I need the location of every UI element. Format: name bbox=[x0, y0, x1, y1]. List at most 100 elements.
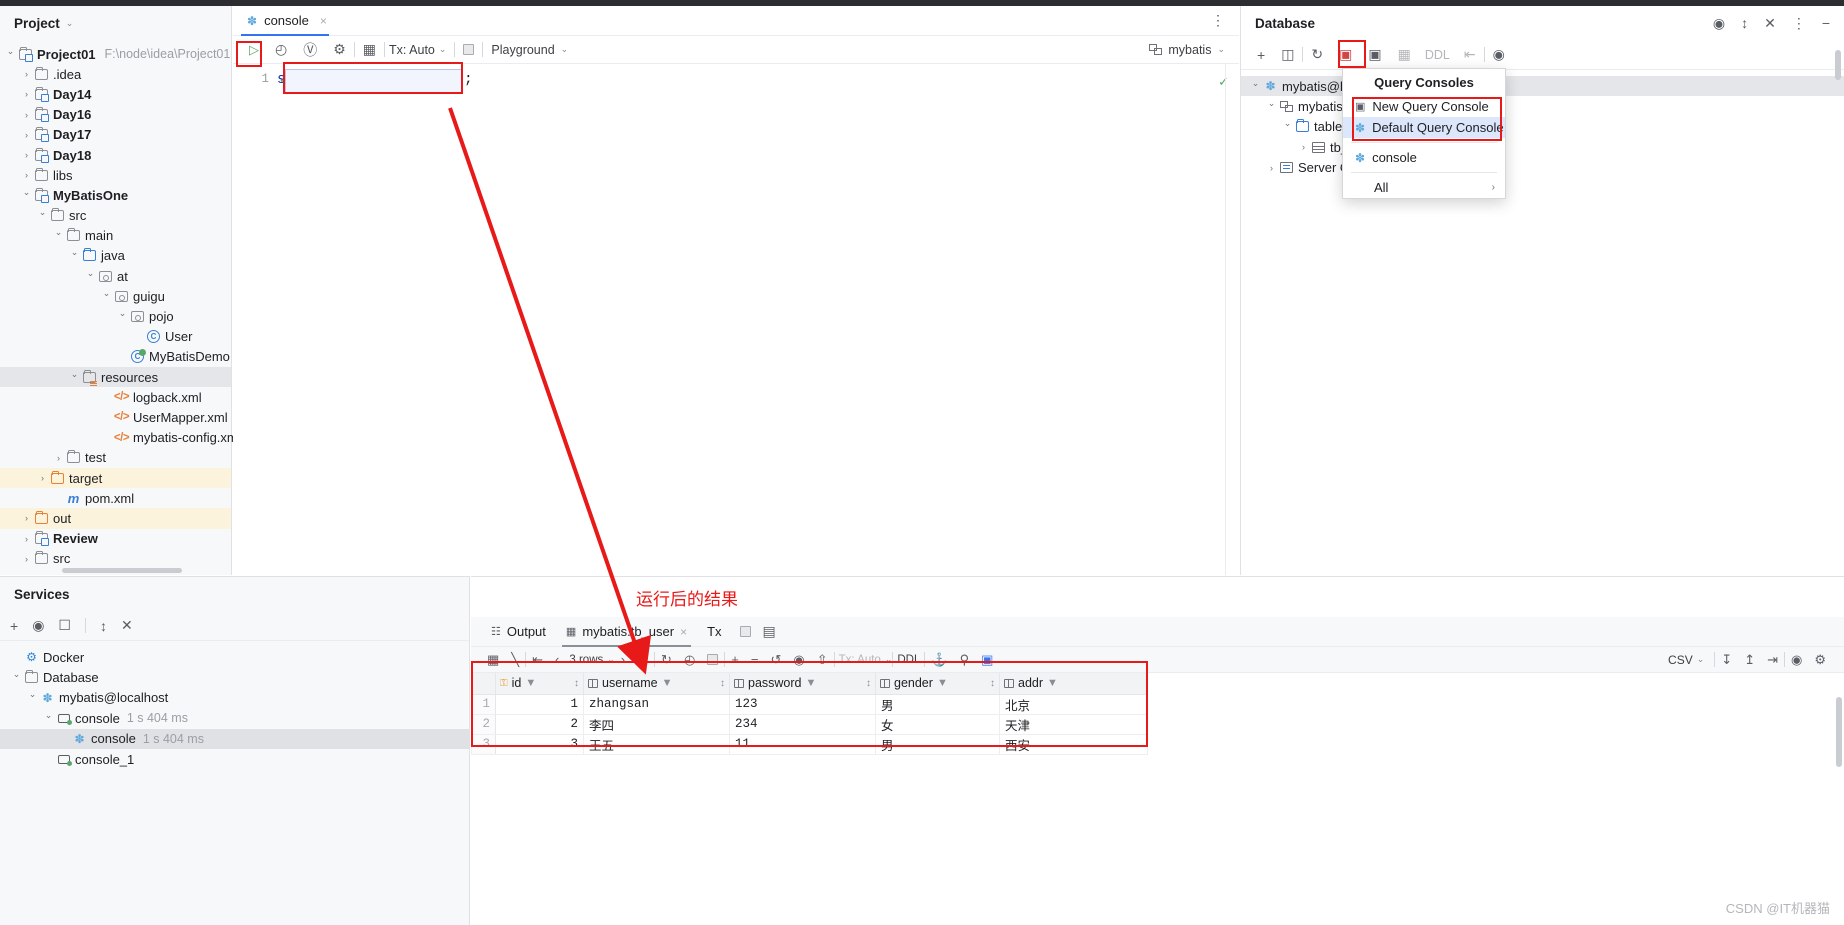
export-to-file-icon[interactable]: ⇥ bbox=[1761, 652, 1784, 668]
project-tree-item[interactable]: test bbox=[0, 448, 231, 468]
project-tree-item[interactable]: main bbox=[0, 226, 231, 246]
last-page-icon[interactable]: ⇥ bbox=[631, 652, 654, 668]
chevron-down-icon[interactable] bbox=[1249, 81, 1262, 92]
open-query-console-icon[interactable]: ▣ bbox=[1360, 46, 1389, 63]
stop-icon[interactable] bbox=[739, 626, 751, 637]
grid-cell[interactable]: 西安 bbox=[999, 733, 1148, 755]
popup-menu-item[interactable]: ✽ console bbox=[1343, 147, 1505, 168]
grid-cell[interactable]: 123 bbox=[729, 693, 876, 715]
database-tree-item[interactable]: tb_user bbox=[1241, 137, 1844, 157]
project-tree-item[interactable]: Review bbox=[0, 529, 231, 549]
popup-menu-item[interactable]: All › bbox=[1343, 177, 1505, 198]
view-options-icon[interactable]: ◉ bbox=[1485, 46, 1513, 63]
grid-cell[interactable]: 2 bbox=[495, 713, 584, 735]
code-line-1[interactable]: select * from tb_user; bbox=[277, 64, 473, 575]
chevron-right-icon[interactable] bbox=[1297, 142, 1310, 152]
project-tree-item[interactable]: .idea bbox=[0, 64, 231, 84]
add-row-icon[interactable]: + bbox=[725, 652, 745, 667]
expand-collapse-icon[interactable]: ↕ bbox=[100, 618, 107, 634]
chevron-down-icon[interactable] bbox=[36, 210, 49, 221]
history-icon[interactable]: ◴ bbox=[678, 652, 701, 668]
database-tree-item[interactable]: mybatis bbox=[1241, 96, 1844, 116]
chevron-down-icon[interactable] bbox=[116, 311, 129, 322]
refresh-icon[interactable]: ↻ bbox=[1303, 46, 1331, 63]
chevron-right-icon[interactable] bbox=[36, 473, 49, 483]
grid-cell[interactable]: 11 bbox=[729, 733, 876, 755]
chevron-down-icon[interactable]: ⌄ bbox=[885, 654, 893, 665]
prev-page-icon[interactable]: ‹ bbox=[549, 652, 565, 667]
chevron-down-icon[interactable]: ⌄ bbox=[555, 44, 569, 55]
grid-cell[interactable]: zhangsan bbox=[583, 693, 730, 715]
chevron-right-icon[interactable] bbox=[20, 130, 33, 140]
filter-icon[interactable]: ▼ bbox=[1047, 677, 1058, 689]
chart-view-icon[interactable]: ╲ bbox=[505, 652, 525, 668]
grid-column-header[interactable]: username ▼ ↕ bbox=[583, 673, 730, 695]
refresh-icon[interactable]: ↻ bbox=[655, 652, 678, 668]
pin-icon[interactable]: ⚓ bbox=[925, 652, 953, 668]
run-icon[interactable]: ▷ bbox=[241, 42, 267, 58]
value-editor-icon[interactable]: ▣ bbox=[975, 652, 999, 668]
chevron-right-icon[interactable] bbox=[20, 513, 33, 523]
transaction-mode-label[interactable]: Tx: Auto bbox=[835, 654, 885, 666]
tab-tx[interactable]: Tx bbox=[697, 617, 731, 647]
project-tree-item[interactable]: out bbox=[0, 508, 231, 529]
tab-mybatis-tb-user[interactable]: ▦ mybatis.tb_user × bbox=[556, 617, 697, 647]
chevron-right-icon[interactable] bbox=[20, 69, 33, 79]
grid-cell[interactable]: 李四 bbox=[583, 713, 730, 735]
project-tree-item[interactable]: at bbox=[0, 266, 231, 286]
ddl-button[interactable]: DDL bbox=[1419, 48, 1456, 62]
grid-cell[interactable]: 北京 bbox=[999, 693, 1148, 715]
chevron-right-icon[interactable] bbox=[20, 89, 33, 99]
chevron-down-icon[interactable] bbox=[68, 372, 81, 383]
tab-output[interactable]: ☷ Output bbox=[481, 617, 556, 647]
chevron-down-icon[interactable]: ⌄ bbox=[607, 654, 615, 665]
filter-icon[interactable]: ▼ bbox=[525, 677, 536, 689]
settings-icon[interactable]: ⚙ bbox=[325, 41, 354, 58]
chevron-down-icon[interactable]: ⌄ bbox=[439, 44, 447, 55]
chevron-down-icon[interactable]: ⌄ bbox=[66, 18, 74, 29]
modify-icon[interactable]: ⇤ bbox=[1456, 46, 1484, 63]
first-page-icon[interactable]: ⇤ bbox=[526, 652, 549, 668]
close-icon[interactable]: × bbox=[680, 625, 687, 639]
row-count-label[interactable]: 3 rows bbox=[565, 654, 607, 666]
project-tree-item[interactable]: MyBatisOne bbox=[0, 185, 231, 205]
chevron-down-icon[interactable] bbox=[26, 692, 39, 703]
project-tree-item[interactable]: Project01 F:\node\idea\Project01 bbox=[0, 44, 231, 64]
popup-menu-item[interactable]: ✽ Default Query Console bbox=[1343, 117, 1505, 138]
project-tree-item[interactable]: </> mybatis-config.xml bbox=[0, 428, 241, 448]
grid-cell[interactable]: 女 bbox=[875, 713, 1000, 735]
project-tree-item[interactable]: target bbox=[0, 467, 231, 489]
filter-view-icon[interactable]: ◉ bbox=[32, 617, 44, 634]
filter-icon[interactable]: ▼ bbox=[937, 677, 948, 689]
chevron-down-icon[interactable] bbox=[4, 49, 17, 60]
sort-handle-icon[interactable]: ↕ bbox=[574, 678, 579, 689]
project-tree-item[interactable]: guigu bbox=[0, 286, 231, 306]
grid-cell[interactable]: 男 bbox=[875, 693, 1000, 715]
database-tree-item[interactable]: ✽mybatis@localhost bbox=[1241, 76, 1844, 97]
sort-handle-icon[interactable]: ↕ bbox=[866, 678, 871, 689]
stop-icon[interactable] bbox=[463, 44, 475, 55]
services-tree-item[interactable]: ✽ mybatis@localhost bbox=[0, 688, 469, 708]
project-tree-item[interactable]: </> UserMapper.xml bbox=[0, 407, 231, 427]
grid-cell[interactable]: 3 bbox=[495, 733, 584, 755]
grid-view-icon[interactable]: ▦ bbox=[481, 652, 505, 668]
project-tree-item[interactable]: java bbox=[0, 246, 231, 266]
chevron-down-icon[interactable] bbox=[1281, 121, 1294, 132]
view-options-icon[interactable]: ◉ bbox=[1785, 652, 1808, 668]
split-view-icon[interactable]: ▤ bbox=[763, 623, 776, 640]
results-vertical-scrollbar[interactable] bbox=[1836, 697, 1842, 767]
project-tree-item[interactable]: </> logback.xml bbox=[0, 387, 231, 407]
grid-column-header[interactable]: addr ▼ bbox=[999, 673, 1148, 695]
grid-column-header[interactable]: ⚿ id ▼ ↕ bbox=[495, 673, 584, 695]
gear-icon[interactable]: ⚙ bbox=[1808, 652, 1832, 668]
playground-label[interactable]: Playground bbox=[491, 43, 554, 57]
project-tree-item[interactable]: resources bbox=[0, 367, 231, 388]
grid-column-header[interactable]: gender ▼ ↕ bbox=[875, 673, 1000, 695]
filter-icon[interactable]: ▼ bbox=[806, 677, 817, 689]
services-tree-item[interactable]: console_1 bbox=[0, 749, 469, 769]
services-tree-item[interactable]: ⚙ Docker bbox=[0, 647, 469, 667]
rollback-icon[interactable]: ◉ bbox=[787, 652, 810, 668]
services-tree-item[interactable]: console 1 s 404 ms bbox=[0, 708, 469, 728]
revert-icon[interactable]: ↺ bbox=[764, 652, 787, 668]
stop-refresh-icon[interactable]: ▣ bbox=[1331, 46, 1360, 63]
